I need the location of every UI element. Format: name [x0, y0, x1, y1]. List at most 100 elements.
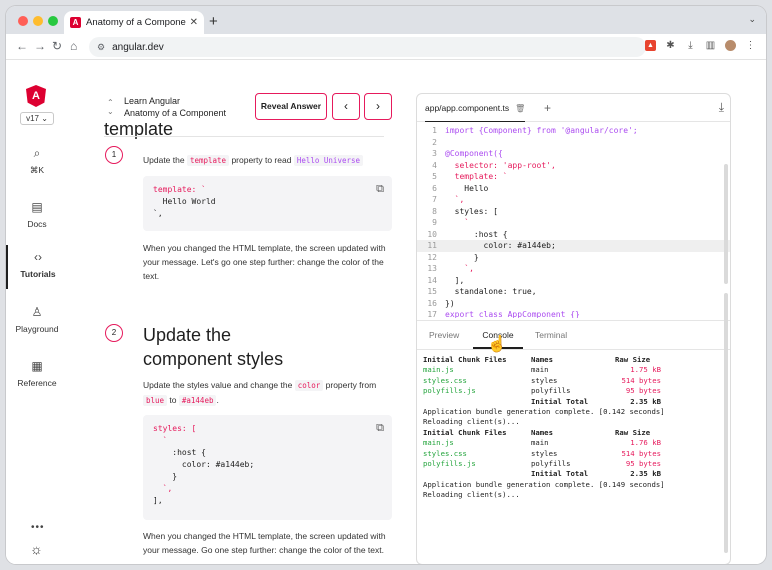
- code-line[interactable]: 11 color: #a144eb;: [417, 240, 730, 252]
- code-line[interactable]: 8 styles: [: [417, 206, 730, 218]
- console-cell: main: [531, 365, 549, 375]
- console-cell: polyfills: [531, 386, 571, 396]
- console-line: Initial Chunk Files Names Raw Size: [423, 355, 729, 365]
- line-number: 12: [427, 252, 437, 262]
- tab-terminal[interactable]: Terminal: [535, 321, 567, 349]
- tab-strip: A Anatomy of a Component • Angular ✕ + ⌄: [6, 6, 766, 34]
- console-cell: main: [531, 438, 549, 448]
- browser-tab[interactable]: A Anatomy of a Component • Angular ✕: [64, 11, 204, 34]
- site-settings-icon[interactable]: ⚙: [97, 42, 105, 53]
- code-line[interactable]: 2: [417, 137, 730, 149]
- address-toolbar: ← → ↻ ⌂ ⚙ angular.dev ▲ ✱ ⤓ ▥ ⋮: [6, 34, 766, 60]
- line-text: @Component({: [445, 149, 503, 158]
- code-line[interactable]: 4 selector: 'app-root',: [417, 160, 730, 172]
- console-cell: Initial Total: [531, 469, 589, 479]
- console-cell: polyfills: [531, 458, 571, 468]
- code-line[interactable]: 15 standalone: true,: [417, 286, 730, 298]
- close-window-button[interactable]: [18, 16, 28, 26]
- theme-toggle-icon[interactable]: ☼: [30, 541, 43, 557]
- close-tab-icon[interactable]: ✕: [190, 17, 198, 28]
- line-number: 6: [432, 183, 437, 193]
- editor-tab-bar: app/app.component.ts 🗑 + ⤓: [417, 94, 730, 122]
- step2-after: When you changed the HTML template, the …: [143, 531, 386, 555]
- next-step-button[interactable]: ›: [364, 93, 392, 120]
- code-line[interactable]: 7 `,: [417, 194, 730, 206]
- console-scrollbar[interactable]: [724, 293, 728, 553]
- breadcrumb[interactable]: Learn Angular Anatomy of a Component: [124, 95, 226, 119]
- nav-item-docs[interactable]: ▤ Docs: [6, 199, 68, 229]
- copy-icon[interactable]: ⧉: [376, 422, 384, 434]
- console-line: styles.css styles 514 bytes: [423, 449, 729, 459]
- copy-icon[interactable]: ⧉: [376, 183, 384, 195]
- line-text: template: `: [445, 172, 508, 181]
- console-cell: Initial Total: [531, 396, 589, 406]
- maximize-window-button[interactable]: [48, 16, 58, 26]
- editor-scrollbar[interactable]: [724, 164, 728, 284]
- nav-item-search[interactable]: ⌕ ⌘K: [6, 145, 68, 176]
- page: A v17 ⌄ ⌕ ⌘K ▤ Docs ‹› Tutorials ♙ Playg…: [6, 61, 766, 564]
- code-line[interactable]: 17 export class AppComponent {}: [417, 309, 730, 318]
- version-select[interactable]: v17 ⌄: [20, 112, 54, 125]
- tab-title: Anatomy of a Component • Angular: [86, 17, 186, 28]
- nav-item-playground[interactable]: ♙ Playground: [6, 304, 68, 334]
- line-text: color: #a144eb;: [445, 241, 556, 250]
- reload-icon[interactable]: ↻: [52, 39, 62, 53]
- nav-label-playground: Playground: [15, 324, 59, 334]
- tab-preview[interactable]: Preview: [429, 321, 459, 349]
- nav-label-tutorials: Tutorials: [20, 269, 56, 279]
- step1-code-hello: Hello Universe: [293, 155, 364, 166]
- chevron-down-icon[interactable]: ⌄: [748, 14, 756, 25]
- add-file-icon[interactable]: +: [544, 101, 551, 115]
- file-tab[interactable]: app/app.component.ts 🗑: [425, 94, 526, 122]
- reference-icon: ▦: [31, 359, 43, 373]
- crumb-section: Learn Angular: [124, 96, 181, 106]
- crumb-title: Anatomy of a Component: [124, 108, 227, 118]
- angular-logo-icon[interactable]: A: [26, 85, 46, 107]
- console-cell: Reloading client(s)...: [423, 417, 520, 427]
- back-icon[interactable]: ←: [16, 39, 28, 53]
- nav-item-tutorials[interactable]: ‹› Tutorials: [6, 245, 68, 289]
- console-cell: Raw Size: [615, 355, 651, 364]
- download-icon[interactable]: ⤓: [719, 100, 724, 115]
- trash-icon[interactable]: 🗑: [515, 104, 525, 113]
- code-line[interactable]: 16}): [417, 298, 730, 310]
- more-menu-icon[interactable]: ⋮: [745, 40, 756, 51]
- code-line[interactable]: 3 @Component({: [417, 148, 730, 160]
- code-line[interactable]: 12 }: [417, 252, 730, 264]
- console-line: main.js main 1.75 kB: [423, 365, 729, 375]
- code-line[interactable]: 5 template: `: [417, 171, 730, 183]
- sidebar-icon[interactable]: ▥: [705, 40, 716, 51]
- more-dots-icon[interactable]: •••: [31, 522, 45, 533]
- line-number: 1: [432, 126, 437, 135]
- brave-shield-icon[interactable]: ▲: [645, 40, 656, 51]
- tutorial-content: ⌃ ⌄ Learn Angular Anatomy of a Component …: [68, 61, 408, 564]
- file-tab-label: app/app.component.ts: [425, 103, 510, 113]
- nav-item-reference[interactable]: ▦ Reference: [6, 358, 68, 388]
- address-bar[interactable]: ⚙ angular.dev: [89, 37, 646, 57]
- new-tab-icon[interactable]: +: [209, 13, 218, 30]
- forward-icon[interactable]: →: [34, 39, 46, 53]
- minimize-window-button[interactable]: [33, 16, 43, 26]
- home-icon[interactable]: ⌂: [70, 39, 77, 53]
- line-number: 8: [432, 206, 437, 216]
- code-line[interactable]: 13 `,: [417, 263, 730, 275]
- code-line[interactable]: 1 import {Component} from '@angular/core'…: [417, 125, 730, 137]
- step1-code-line: template: `: [153, 185, 206, 194]
- code-line[interactable]: 6 Hello: [417, 183, 730, 195]
- chevron-right-icon: ›: [376, 99, 380, 113]
- profile-avatar-icon[interactable]: [725, 40, 736, 51]
- crumb-chevron-icon[interactable]: ⌃ ⌄: [107, 98, 114, 116]
- console-line: styles.css styles 514 bytes: [423, 376, 729, 386]
- line-number: 2: [432, 137, 437, 147]
- reveal-answer-button[interactable]: Reveal Answer: [255, 93, 327, 120]
- header-divider: [104, 136, 384, 137]
- console-cell: 95 bytes: [625, 458, 661, 468]
- extensions-puzzle-icon[interactable]: ✱: [665, 40, 676, 51]
- code-line[interactable]: 9 `: [417, 217, 730, 229]
- previous-step-button[interactable]: ‹: [332, 93, 360, 120]
- code-area[interactable]: 1 import {Component} from '@angular/core'…: [417, 122, 730, 318]
- code-line[interactable]: 14 ],: [417, 275, 730, 287]
- downloads-icon[interactable]: ⤓: [685, 40, 696, 51]
- cut-heading: template: [104, 123, 384, 143]
- code-line[interactable]: 10 :host {: [417, 229, 730, 241]
